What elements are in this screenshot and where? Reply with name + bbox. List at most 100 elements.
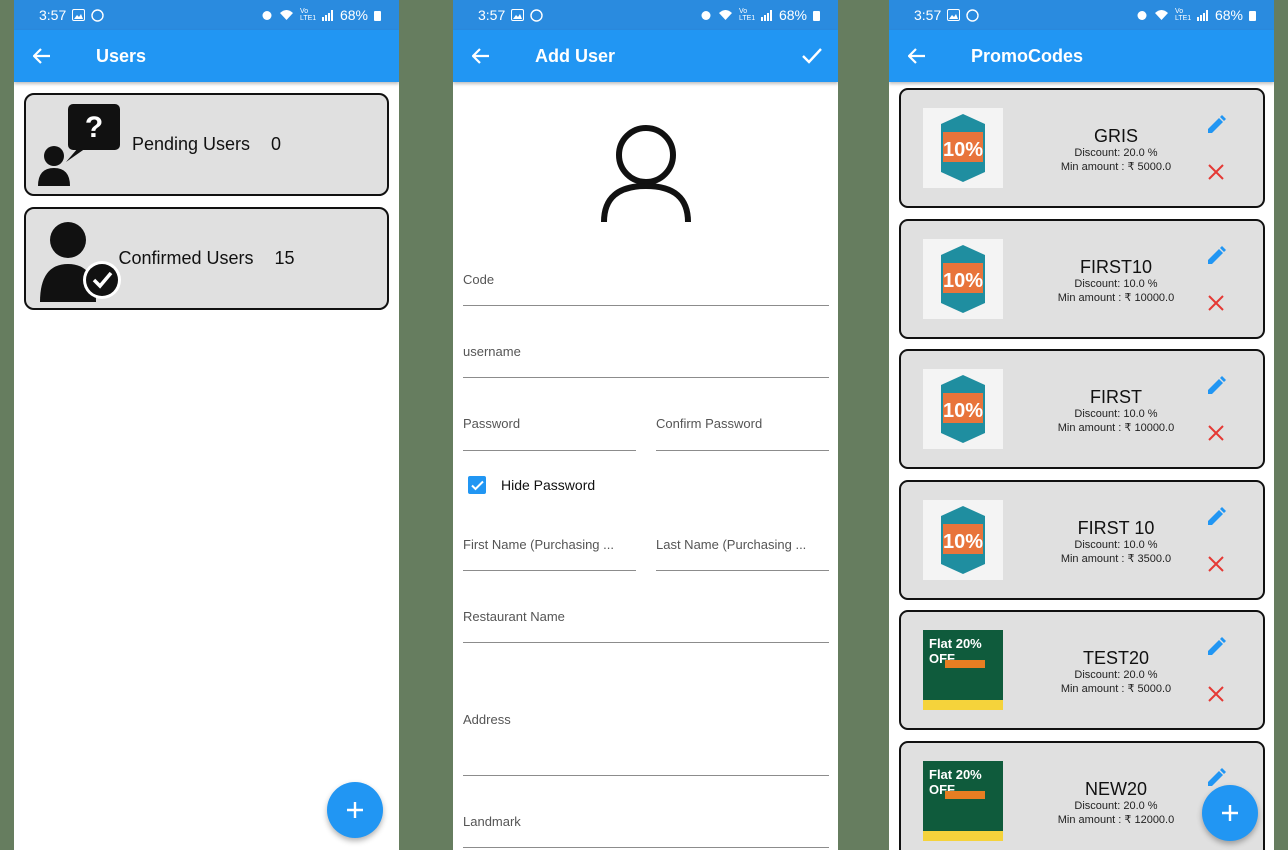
network-label: Vo LTE1 (738, 8, 756, 22)
badge-text: 10% (943, 531, 983, 553)
promo-card[interactable]: 10% FIRST 10 Discount: 10.0 % Min amount : … (899, 480, 1265, 600)
flat-20-off-banner: Flat 20% OFF (923, 761, 1003, 841)
signal-icon (760, 9, 772, 21)
delete-x-icon[interactable] (1207, 294, 1225, 312)
ten-percent-badge: 10% (923, 239, 1003, 319)
alarm-icon (262, 11, 272, 20)
pending-users-card[interactable]: ? Pending Users 0 (24, 93, 389, 196)
whatsapp-icon (966, 8, 979, 22)
promo-discount: Discount: 20.0 % (1074, 669, 1158, 681)
username-label: username (463, 344, 521, 359)
confirm-password-label: Confirm Password (656, 416, 763, 431)
delete-x-icon[interactable] (1207, 163, 1225, 181)
status-bar: 3:57 Vo LTE1 68% (453, 0, 838, 30)
check-icon (470, 480, 484, 490)
add-user-fab[interactable] (327, 782, 383, 838)
promo-min-amount: Min amount : ₹ 12000.0 (1057, 814, 1175, 826)
promo-code: NEW20 (1084, 779, 1147, 799)
promo-code: GRIS (1093, 126, 1138, 146)
status-bar: 3:57 Vo LTE1 68% (889, 0, 1274, 30)
landmark-field[interactable]: Landmark (463, 814, 829, 848)
badge-text: 10% (943, 270, 983, 292)
hide-password-checkbox[interactable] (468, 476, 486, 494)
promo-code: FIRST10 (1079, 257, 1153, 277)
app-bar: Add User (453, 30, 838, 82)
first-name-field[interactable]: First Name (Purchasing ... (463, 537, 636, 571)
edit-pencil-icon[interactable] (1205, 636, 1227, 658)
promo-min-amount: Min amount : ₹ 3500.0 (1060, 553, 1172, 565)
last-name-field[interactable]: Last Name (Purchasing ... (656, 537, 829, 571)
promo-discount: Discount: 10.0 % (1074, 539, 1158, 551)
promo-discount: Discount: 20.0 % (1074, 800, 1158, 812)
back-arrow-icon[interactable] (471, 46, 491, 66)
restaurant-name-field[interactable]: Restaurant Name (463, 609, 829, 643)
gallery-icon (72, 9, 86, 21)
badge-text: 10% (943, 400, 983, 422)
network-label: Vo LTE1 (1174, 8, 1192, 22)
promo-code: FIRST (1090, 387, 1142, 407)
card-title: Pending Users (131, 134, 251, 154)
status-time: 3:57 (914, 7, 942, 23)
save-check-icon[interactable] (800, 44, 824, 68)
promo-card[interactable]: 10% FIRST Discount: 10.0 % Min amount : ₹ 1… (899, 349, 1265, 469)
promo-card[interactable]: Flat 20% OFF TEST20 Discount: 20.0 % Min am… (899, 610, 1265, 730)
back-arrow-icon[interactable] (907, 46, 927, 66)
first-name-label: First Name (Purchasing ... (463, 537, 614, 552)
promo-discount: Discount: 10.0 % (1074, 278, 1158, 290)
promo-code: TEST20 (1082, 648, 1150, 668)
status-time: 3:57 (478, 7, 506, 23)
promo-discount: Discount: 10.0 % (1074, 408, 1158, 420)
ten-percent-badge: 10% (923, 369, 1003, 449)
promocodes-screen: 3:57 Vo LTE1 68% PromoCodes 10% GRIS Disco… (889, 0, 1274, 850)
add-promo-fab[interactable] (1202, 785, 1258, 841)
edit-pencil-icon[interactable] (1205, 245, 1227, 267)
alarm-icon (701, 11, 711, 20)
confirm-password-field[interactable]: Confirm Password (656, 416, 829, 451)
page-title: Add User (535, 45, 616, 66)
edit-pencil-icon[interactable] (1205, 375, 1227, 397)
code-field[interactable]: Code (463, 272, 829, 306)
last-name-label: Last Name (Purchasing ... (656, 537, 807, 552)
avatar-icon[interactable] (601, 124, 691, 224)
gallery-icon (947, 9, 961, 21)
app-bar: PromoCodes (889, 30, 1274, 82)
password-field[interactable]: Password (463, 416, 636, 451)
promo-min-amount: Min amount : ₹ 5000.0 (1060, 683, 1172, 695)
battery-icon (813, 10, 820, 21)
app-bar: Users (14, 30, 399, 82)
confirmed-users-card[interactable]: Confirmed Users 15 (24, 207, 389, 310)
battery-percent: 68% (339, 7, 368, 23)
whatsapp-icon (530, 8, 543, 22)
wifi-icon (718, 10, 732, 20)
add-user-screen: 3:57 Vo LTE1 68% Add User Code username … (453, 0, 838, 850)
status-time: 3:57 (39, 7, 67, 23)
promo-min-amount: Min amount : ₹ 5000.0 (1060, 161, 1172, 173)
promo-min-amount: Min amount : ₹ 10000.0 (1057, 292, 1175, 304)
flat-20-off-banner: Flat 20% OFF (923, 630, 1003, 710)
delete-x-icon[interactable] (1207, 424, 1225, 442)
address-field[interactable]: Address (463, 712, 829, 776)
signal-icon (321, 9, 333, 21)
delete-x-icon[interactable] (1207, 555, 1225, 573)
promo-card[interactable]: 10% FIRST10 Discount: 10.0 % Min amount : ₹… (899, 219, 1265, 339)
back-arrow-icon[interactable] (32, 46, 52, 66)
battery-icon (1249, 10, 1256, 21)
users-screen: 3:57 Vo LTE1 68% Users ? Pending Users 0… (14, 0, 399, 850)
password-label: Password (463, 416, 521, 431)
card-count: 0 (271, 134, 282, 154)
battery-icon (374, 10, 381, 21)
address-label: Address (463, 712, 511, 727)
badge-text: 10% (943, 139, 983, 161)
wifi-icon (1154, 10, 1168, 20)
delete-x-icon[interactable] (1207, 685, 1225, 703)
edit-pencil-icon[interactable] (1205, 506, 1227, 528)
gallery-icon (511, 9, 525, 21)
edit-pencil-icon[interactable] (1205, 114, 1227, 136)
promo-card[interactable]: 10% GRIS Discount: 20.0 % Min amount : ₹ 50… (899, 88, 1265, 208)
signal-icon (1196, 9, 1208, 21)
battery-percent: 68% (778, 7, 807, 23)
username-field[interactable]: username (463, 344, 829, 378)
page-title: PromoCodes (971, 45, 1084, 66)
card-count: 15 (274, 248, 295, 268)
hide-password-label: Hide Password (501, 477, 596, 493)
